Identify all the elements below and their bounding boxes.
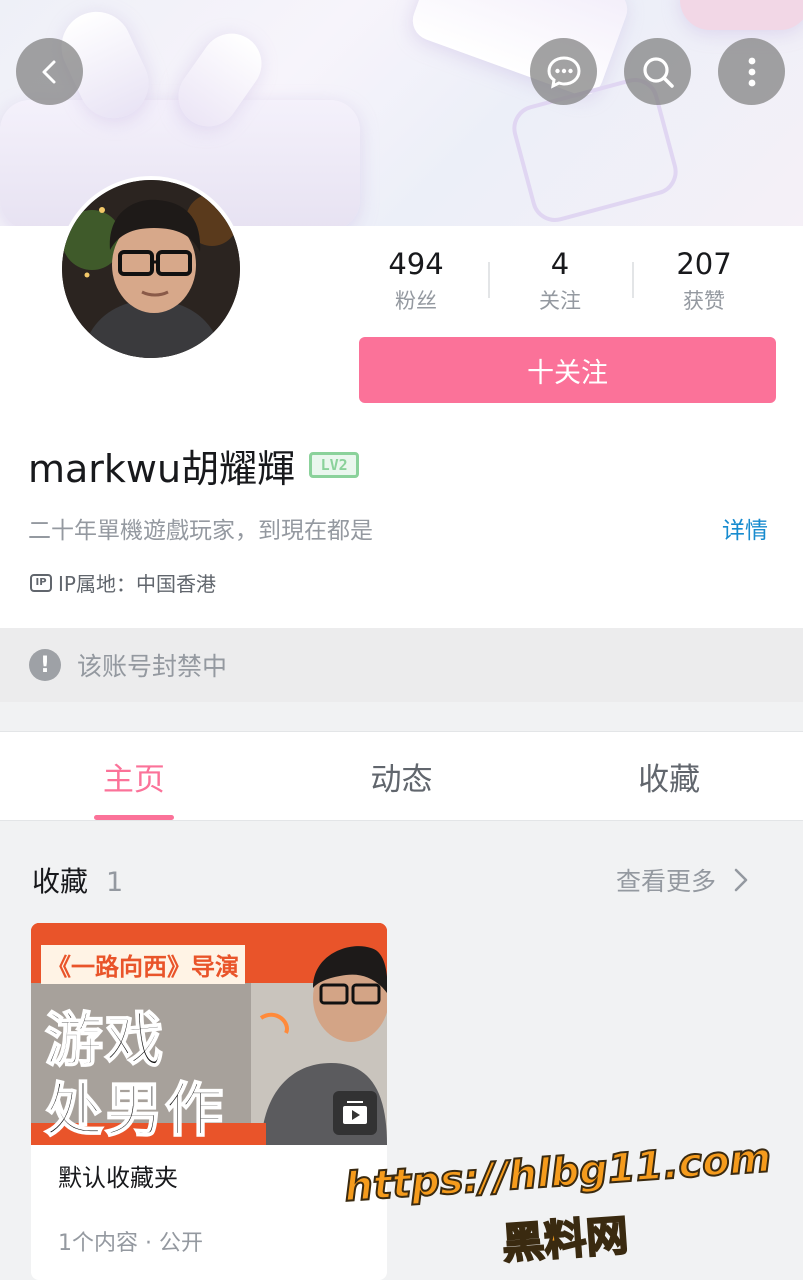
- chevron-left-icon: [42, 60, 55, 83]
- more-button[interactable]: [718, 38, 785, 105]
- view-more-link[interactable]: 查看更多: [616, 862, 756, 898]
- detail-link[interactable]: 详情: [722, 511, 768, 545]
- stat-following[interactable]: 4 关注: [488, 244, 632, 324]
- folder-title: 默认收藏夹: [58, 1164, 178, 1192]
- chat-bubble-icon: [546, 55, 581, 89]
- thumbnail-banner-text: 《一路向西》导演: [41, 945, 245, 984]
- follow-button[interactable]: 十关注: [359, 337, 776, 403]
- avatar-photo: [62, 180, 240, 358]
- thumbnail-title-line2: 处男作: [44, 1075, 226, 1145]
- favorites-header: 收藏 1: [32, 860, 123, 900]
- avatar[interactable]: [58, 176, 244, 362]
- watermark-name: 黑料网: [500, 1210, 631, 1270]
- level-badge: LV2: [309, 452, 360, 478]
- bio-text: 二十年單機遊戲玩家，到現在都是: [28, 518, 373, 544]
- message-button[interactable]: [530, 38, 597, 105]
- view-more-label: 查看更多: [616, 867, 717, 896]
- username-row: markwu胡耀輝 LV2: [28, 440, 360, 491]
- stat-likes[interactable]: 207 获赞: [632, 244, 776, 324]
- ban-notice: ! 该账号封禁中: [0, 628, 803, 702]
- video-play-icon: [343, 1101, 367, 1124]
- stat-value: 207: [676, 247, 732, 281]
- tab-dynamics[interactable]: 动态: [268, 732, 536, 820]
- video-badge: [333, 1091, 377, 1135]
- ip-icon: IP: [30, 573, 52, 592]
- stat-label: 关注: [539, 289, 581, 313]
- favorite-folder-card[interactable]: 《一路向西》导演 游戏 处男作 默认收藏夹 1个内容 · 公开: [31, 923, 387, 1280]
- stat-value: 4: [550, 247, 570, 281]
- search-icon: [642, 56, 674, 88]
- profile-stats: 494 粉丝 4 关注 207 获赞: [344, 244, 776, 324]
- ip-location-row: IP IP属地：中国香港: [30, 568, 216, 597]
- active-tab-indicator: [94, 815, 174, 820]
- watermark-url: https://hlbg11.com: [342, 1134, 774, 1212]
- exclamation-icon: !: [29, 649, 61, 681]
- more-vertical-icon: [748, 57, 755, 86]
- ban-notice-text: 该账号封禁中: [77, 652, 228, 681]
- stat-value: 494: [388, 247, 444, 281]
- search-button[interactable]: [624, 38, 691, 105]
- ip-location: IP属地：中国香港: [58, 572, 216, 596]
- banner-decoration: [680, 0, 803, 30]
- folder-meta: 1个内容 · 公开: [58, 1231, 203, 1256]
- section-count: 1: [106, 867, 124, 898]
- tab-home[interactable]: 主页: [0, 732, 268, 820]
- chevron-right-icon: [734, 868, 748, 892]
- stat-label: 粉丝: [395, 289, 437, 313]
- stat-label: 获赞: [683, 289, 725, 313]
- username: markwu胡耀輝: [28, 446, 296, 491]
- folder-thumbnail: 《一路向西》导演 游戏 处男作: [31, 923, 387, 1145]
- section-title: 收藏: [32, 865, 89, 898]
- tab-favorites[interactable]: 收藏: [535, 732, 803, 820]
- site-watermark: https://hlbg11.com 黑料网: [338, 1134, 774, 1280]
- back-button[interactable]: [16, 38, 83, 105]
- stat-followers[interactable]: 494 粉丝: [344, 244, 488, 324]
- profile-tabs: 主页 动态 收藏: [0, 731, 803, 821]
